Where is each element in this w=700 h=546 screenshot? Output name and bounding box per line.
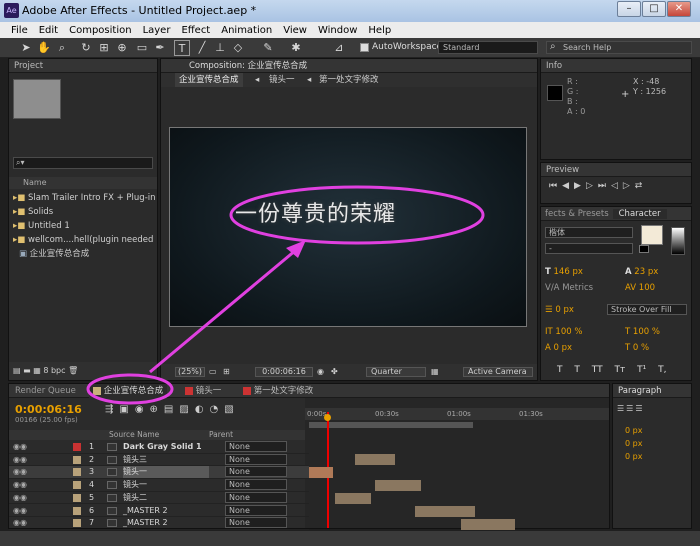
annotation-ellipse-title xyxy=(229,185,485,245)
annotation-ellipse-tab xyxy=(86,373,174,405)
annotation-arrow-line xyxy=(149,248,297,374)
annotation-overlay xyxy=(86,185,485,405)
